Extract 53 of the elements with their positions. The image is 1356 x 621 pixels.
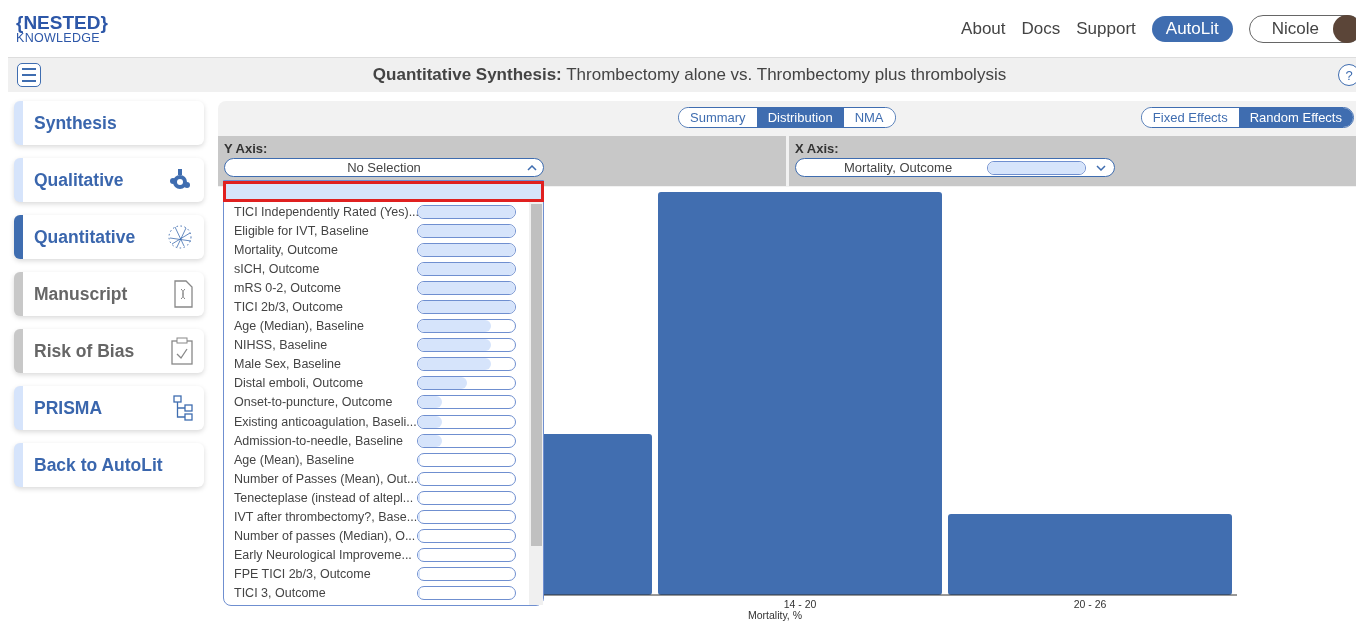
dropdown-option[interactable]: Age (Mean), Baseline bbox=[224, 450, 529, 470]
page-title: Quantitative Synthesis: Thrombectomy alone vs. Thrombectomy plus thrombolysis bbox=[371, 65, 1008, 85]
dropdown-option[interactable]: Mortality, Outcome bbox=[224, 240, 529, 260]
sidebar-item[interactable]: Quantitative bbox=[14, 215, 204, 259]
chevron-icon bbox=[1096, 164, 1106, 171]
effects-tab[interactable]: Random Effects bbox=[1238, 108, 1353, 127]
y-axis-select[interactable]: No Selection bbox=[224, 158, 544, 177]
sidebar-item[interactable]: Synthesis bbox=[14, 101, 204, 145]
dropdown-option[interactable]: TICI 3, Outcome bbox=[224, 583, 529, 603]
nav-link[interactable]: Support bbox=[1076, 18, 1136, 39]
autolit-button[interactable]: AutoLit bbox=[1151, 15, 1233, 42]
network-circle-icon bbox=[167, 224, 193, 250]
dropdown-option[interactable]: TICI 2b/3, Outcome bbox=[224, 297, 529, 317]
logo-text: {NESTED} bbox=[16, 12, 108, 32]
menu-button[interactable] bbox=[17, 63, 41, 87]
dropdown-option[interactable]: Distal emboli, Outcome bbox=[224, 373, 529, 393]
dropdown-option[interactable]: Early Neurological Improveme... bbox=[224, 545, 529, 565]
sidebar-item[interactable]: Qualitative bbox=[14, 158, 204, 202]
flowchart-icon bbox=[173, 395, 193, 421]
y-axis-label: Y Axis: bbox=[224, 141, 269, 156]
clipboard-check-icon bbox=[171, 337, 193, 365]
sidebar-item[interactable]: PRISMA bbox=[14, 386, 204, 430]
dropdown-option[interactable]: IVT after thrombectomy?, Base... bbox=[224, 507, 529, 527]
nav-link[interactable]: Docs bbox=[1021, 18, 1061, 39]
sidebar-item[interactable]: Back to AutoLit bbox=[14, 443, 204, 487]
dropdown-option[interactable]: FPE TICI 2b/3, Outcome bbox=[224, 564, 529, 584]
dropdown-option[interactable]: TICI Independently Rated (Yes)... bbox=[224, 202, 529, 222]
dropdown-option[interactable]: Admission-to-needle, Baseline bbox=[224, 431, 529, 451]
view-tab[interactable]: Distribution bbox=[756, 108, 844, 127]
dropdown-option[interactable]: Male Sex, Baseline bbox=[224, 354, 529, 374]
dropdown-option[interactable]: Eligible for IVT, Baseline bbox=[224, 221, 529, 241]
axis-tick-label: 14 - 20 bbox=[783, 598, 817, 610]
highlighted-option[interactable] bbox=[224, 182, 543, 201]
dropdown-option[interactable]: Number of passes (Median), O... bbox=[224, 526, 529, 546]
dropdown-option[interactable]: mRS 0-2, Outcome bbox=[224, 278, 529, 298]
nav-link[interactable]: About bbox=[961, 18, 1006, 39]
dropdown-option[interactable]: Onset-to-puncture, Outcome bbox=[224, 392, 529, 413]
dropdown-option[interactable]: NIHSS, Baseline bbox=[224, 335, 529, 355]
avatar bbox=[1333, 14, 1356, 43]
x-axis-select[interactable]: Mortality, Outcome bbox=[795, 158, 1115, 177]
axis-tick-label: 20 - 26 bbox=[1073, 598, 1107, 610]
scrollbar[interactable] bbox=[529, 202, 543, 605]
document-icon bbox=[173, 280, 193, 308]
dropdown-option[interactable]: Existing anticoagulation, Baseli... bbox=[224, 412, 529, 432]
dropdown-option[interactable]: sICH, Outcome bbox=[224, 259, 529, 279]
dropdown-option[interactable]: Tenecteplase (instead of altepl... bbox=[224, 488, 529, 508]
dropdown-option[interactable]: Age (Median), Baseline bbox=[224, 316, 529, 336]
x-axis-label: X Axis: bbox=[795, 141, 840, 156]
dropdown-option[interactable]: Number of Passes (Mean), Out... bbox=[224, 469, 529, 489]
user-menu-button[interactable]: Nicole bbox=[1248, 14, 1356, 43]
help-button[interactable]: ? bbox=[1338, 64, 1356, 86]
chevron-icon bbox=[527, 164, 537, 171]
x-axis-title: Mortality, % bbox=[747, 609, 803, 621]
